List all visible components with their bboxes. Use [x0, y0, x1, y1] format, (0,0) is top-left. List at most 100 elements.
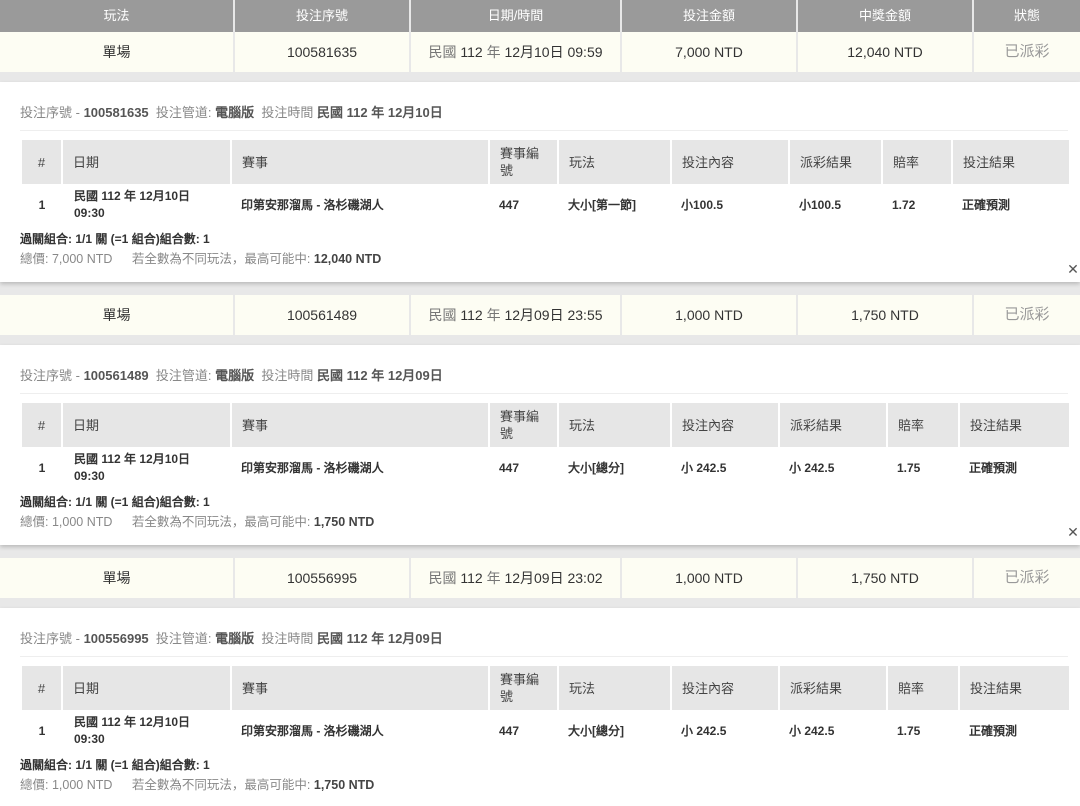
summary-status: 已派彩	[974, 558, 1080, 598]
th-match: 賽事	[231, 140, 490, 184]
divider	[20, 656, 1068, 657]
summary-play: 單場	[0, 295, 235, 335]
th-date: 日期	[62, 140, 232, 184]
datetime-year: 112	[460, 570, 483, 586]
th-match-no: 賽事編號	[489, 666, 559, 710]
bet-summary-row[interactable]: 單場 100556995 民國 112 年 12月09日 23:02 1,000…	[0, 558, 1080, 598]
detail-table: # 日期 賽事 賽事編號 玩法 投注內容 派彩結果 賠率 投注結果 1 民國 1…	[22, 666, 1069, 752]
meta-bet-time: 民國 112 年 12月09日	[317, 368, 443, 383]
row-content: 小100.5	[681, 197, 724, 212]
row-content: 小 242.5	[681, 723, 727, 738]
row-bet-result: 正確預測	[969, 723, 1018, 738]
row-match: 印第安那溜馬 - 洛杉磯湖人	[241, 723, 384, 738]
th-bet-result: 投注結果	[952, 140, 1069, 184]
th-index: #	[22, 140, 63, 184]
bet-detail-card: 投注序號 - 100556995 投注管道: 電腦版 投注時間 民國 112 年…	[0, 608, 1080, 806]
row-result: 小100.5	[799, 197, 842, 212]
meta-bet-time-label: 投注時間	[261, 368, 314, 383]
meta-bet-no-label: 投注序號	[20, 368, 73, 383]
total-value: 7,000 NTD	[51, 252, 113, 266]
row-play: 大小[總分]	[568, 460, 624, 475]
total-label: 總價:	[20, 252, 49, 266]
row-result: 小 242.5	[789, 723, 835, 738]
divider	[20, 130, 1068, 131]
header-play: 玩法	[0, 0, 235, 32]
bet-history-header: 玩法 投注序號 日期/時間 投注金額 中獎金額 狀態	[0, 0, 1080, 32]
bet-summary-row[interactable]: 單場 100561489 民國 112 年 12月09日 23:55 1,000…	[0, 295, 1080, 335]
close-icon[interactable]: ✕	[1066, 525, 1080, 539]
row-date: 民國 112 年 12月10日 09:30	[62, 447, 231, 489]
row-index: 1	[38, 723, 46, 738]
row-play: 大小[第一節]	[568, 197, 636, 212]
detail-table-header: # 日期 賽事 賽事編號 玩法 投注內容 派彩結果 賠率 投注結果	[22, 666, 1069, 710]
th-content: 投注內容	[671, 403, 780, 447]
row-match-no: 447	[499, 723, 520, 738]
row-play: 大小[總分]	[568, 723, 624, 738]
table-row: 1 民國 112 年 12月10日 09:30 印第安那溜馬 - 洛杉磯湖人 44…	[22, 710, 1069, 752]
meta-bet-time: 民國 112 年 12月10日	[317, 105, 443, 120]
th-bet-result: 投注結果	[959, 666, 1069, 710]
summary-datetime: 民國 112 年 12月09日 23:02	[411, 558, 622, 598]
row-match: 印第安那溜馬 - 洛杉磯湖人	[241, 460, 384, 475]
row-index: 1	[38, 197, 46, 212]
detail-meta: 投注序號 - 100561489 投注管道: 電腦版 投注時間 民國 112 年…	[20, 368, 443, 383]
datetime-year-unit: 年	[486, 307, 501, 323]
summary-play: 單場	[0, 32, 235, 72]
row-bet-result: 正確預測	[969, 460, 1018, 475]
summary-amount: 1,000 NTD	[622, 295, 798, 335]
header-win: 中獎金額	[798, 0, 974, 32]
row-match-no: 447	[499, 197, 520, 212]
meta-channel-label: 投注管道:	[155, 368, 212, 383]
meta-bet-no: 100561489	[83, 368, 149, 383]
datetime-year-unit: 年	[486, 44, 501, 60]
row-date-line2: 09:30	[74, 732, 105, 746]
row-date-line2: 09:30	[74, 206, 105, 220]
header-status: 狀態	[1013, 8, 1040, 23]
max-win-value: 12,040 NTD	[313, 252, 382, 266]
total-info: 總價: 1,000 NTD 若全數為不同玩法，最高可能中: 1,750 NTD	[20, 511, 374, 530]
summary-amount: 1,000 NTD	[622, 558, 798, 598]
datetime-era: 民國	[428, 44, 457, 60]
bet-summary-row[interactable]: 單場 100581635 民國 112 年 12月10日 09:59 7,000…	[0, 32, 1080, 72]
table-row: 1 民國 112 年 12月10日 09:30 印第安那溜馬 - 洛杉磯湖人 44…	[22, 447, 1069, 489]
th-match-no: 賽事編號	[489, 403, 559, 447]
datetime-rest: 12月10日 09:59	[504, 44, 603, 60]
th-date: 日期	[62, 403, 232, 447]
th-match: 賽事	[231, 403, 490, 447]
combo-info: 過關組合: 1/1 關 (=1 組合)組合數: 1	[20, 758, 210, 772]
total-value: 1,000 NTD	[51, 515, 113, 529]
th-result: 派彩結果	[789, 140, 883, 184]
header-bet-no: 投注序號	[235, 0, 411, 32]
header-datetime: 日期/時間	[411, 0, 622, 32]
max-win-value: 1,750 NTD	[313, 515, 375, 529]
row-match: 印第安那溜馬 - 洛杉磯湖人	[241, 197, 384, 212]
th-bet-result: 投注結果	[959, 403, 1069, 447]
max-win-label: 若全數為不同玩法，最高可能中:	[131, 515, 311, 529]
th-date: 日期	[62, 666, 232, 710]
max-win-value: 1,750 NTD	[313, 778, 375, 792]
divider	[20, 393, 1068, 394]
summary-win: 12,040 NTD	[798, 32, 974, 72]
total-label: 總價:	[20, 515, 49, 529]
total-info: 總價: 1,000 NTD 若全數為不同玩法，最高可能中: 1,750 NTD	[20, 774, 374, 793]
th-content: 投注內容	[671, 140, 790, 184]
summary-amount: 7,000 NTD	[622, 32, 798, 72]
row-date-line1: 民國 112 年 12月10日	[74, 452, 191, 466]
summary-datetime: 民國 112 年 12月09日 23:55	[411, 295, 622, 335]
datetime-rest: 12月09日 23:02	[504, 570, 603, 586]
th-index: #	[22, 403, 63, 447]
total-value: 1,000 NTD	[51, 778, 113, 792]
row-date-line1: 民國 112 年 12月10日	[74, 715, 191, 729]
row-index: 1	[38, 460, 46, 475]
summary-bet-no: 100581635	[235, 32, 411, 72]
max-win-label: 若全數為不同玩法，最高可能中:	[131, 778, 311, 792]
summary-bet-no: 100556995	[235, 558, 411, 598]
th-odds: 賠率	[887, 666, 960, 710]
th-content: 投注內容	[671, 666, 780, 710]
header-amount: 投注金額	[622, 0, 798, 32]
row-date-line1: 民國 112 年 12月10日	[74, 189, 191, 203]
table-row: 1 民國 112 年 12月10日 09:30 印第安那溜馬 - 洛杉磯湖人 44…	[22, 184, 1069, 226]
combo-info: 過關組合: 1/1 關 (=1 組合)組合數: 1	[20, 495, 210, 509]
th-odds: 賠率	[882, 140, 953, 184]
close-icon[interactable]: ✕	[1066, 262, 1080, 276]
